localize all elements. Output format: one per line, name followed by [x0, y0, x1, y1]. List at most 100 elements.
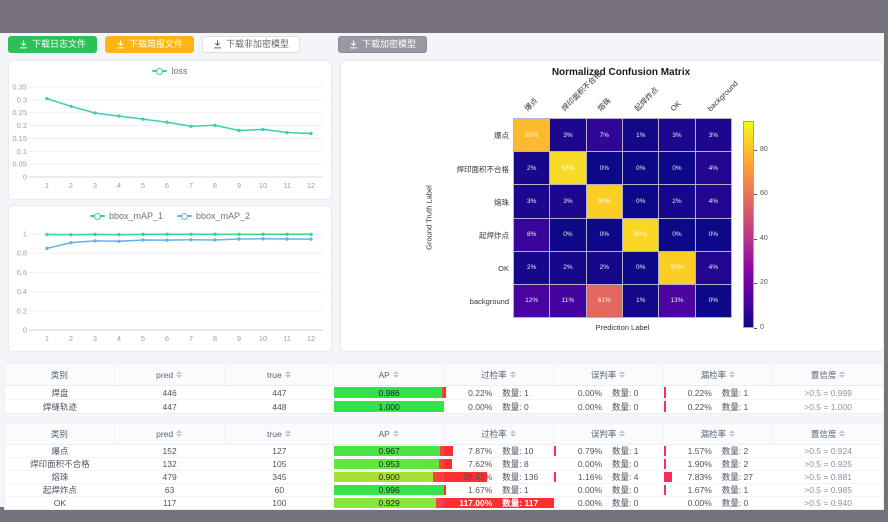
sort-icon[interactable] — [176, 430, 182, 437]
column-header-6[interactable]: 漏检率 — [664, 364, 774, 385]
column-header-1[interactable]: pred — [115, 364, 225, 385]
column-header-label: AP — [378, 429, 389, 439]
column-header-5[interactable]: 误判率 — [554, 423, 664, 444]
missed-rate-cell-percent: 0.00% — [664, 498, 712, 508]
svg-text:6: 6 — [165, 334, 169, 343]
legend-item-bbox_mAP_1[interactable]: bbox_mAP_1 — [90, 211, 163, 221]
misjudge-rate-cell-percent: 0.00% — [554, 388, 602, 398]
over-detection-rate-cell-percent: 7.62% — [444, 459, 492, 469]
class-name: OK — [54, 498, 66, 508]
column-header-7[interactable]: 置信度 — [773, 423, 883, 444]
table-row: 焊缝轨迹4474481.0000.00%数量: 00.00%数量: 00.22%… — [5, 400, 883, 413]
confidence-cell: >0.5 = 0.881 — [773, 471, 883, 483]
misjudge-rate-cell: 1.16%数量: 4 — [554, 471, 664, 483]
pred-count: 447 — [163, 402, 177, 412]
sort-icon[interactable] — [729, 371, 735, 378]
class-name: 焊印面积不合格 — [30, 458, 90, 470]
confidence-value: >0.5 = 0.940 — [804, 498, 852, 508]
column-header-3[interactable]: AP — [334, 364, 444, 385]
confidence-cell: >0.5 = 1.000 — [773, 400, 883, 413]
misjudge-rate-cell: 0.00%数量: 0 — [554, 497, 664, 509]
missed-rate-cell-percent: 7.83% — [664, 472, 712, 482]
cm-cell-r2-c5: 4% — [696, 185, 731, 217]
cm-cell-r0-c5: 3% — [696, 119, 731, 151]
sort-icon[interactable] — [839, 371, 845, 378]
column-header-2[interactable]: true — [225, 423, 335, 444]
table-row: 焊盘4464470.9860.22%数量: 10.00%数量: 00.22%数量… — [5, 386, 883, 400]
cm-cell-r3-c4: 0% — [659, 219, 694, 251]
column-header-label: 误判率 — [591, 428, 617, 440]
column-header-6[interactable]: 漏检率 — [664, 423, 774, 444]
download-log-button[interactable]: 下载日志文件 — [8, 36, 97, 53]
legend-label: bbox_mAP_2 — [196, 211, 250, 221]
confidence-cell: >0.5 = 0.925 — [773, 458, 883, 470]
misjudge-rate-cell-percent: 0.79% — [554, 446, 602, 456]
sort-icon[interactable] — [393, 371, 399, 378]
class-name-cell: 爆点 — [5, 445, 115, 457]
column-header-4[interactable]: 过检率 — [444, 364, 554, 385]
svg-text:5: 5 — [141, 181, 145, 190]
misjudge-rate-cell: 0.00%数量: 0 — [554, 400, 664, 413]
column-header-4[interactable]: 过检率 — [444, 423, 554, 444]
true-count-cell: 127 — [225, 445, 335, 457]
cm-cell-r4-c1: 2% — [550, 252, 585, 284]
cm-cell-r0-c2: 7% — [587, 119, 622, 151]
svg-text:11: 11 — [283, 334, 291, 343]
column-header-2[interactable]: true — [225, 364, 335, 385]
pred-count-cell: 63 — [115, 484, 225, 496]
over-detection-rate-cell-percent: 117.00% — [444, 498, 492, 508]
confidence-cell: >0.5 = 0.940 — [773, 497, 883, 509]
download-encrypted-model-button[interactable]: 下载加密模型 — [338, 36, 427, 53]
cm-cell-r0-c4: 3% — [659, 119, 694, 151]
download-plain-model-button[interactable]: 下载非加密模型 — [202, 36, 300, 53]
sort-icon[interactable] — [176, 371, 182, 378]
cm-col-label: 起焊炸点 — [632, 85, 660, 113]
class-name: 爆点 — [51, 445, 68, 457]
sort-icon[interactable] — [839, 430, 845, 437]
misjudge-rate-cell: 0.00%数量: 0 — [554, 386, 664, 399]
cm-cell-r4-c0: 2% — [514, 252, 549, 284]
sort-icon[interactable] — [285, 371, 291, 378]
legend-item-loss[interactable]: loss — [152, 66, 187, 76]
sort-icon[interactable] — [729, 430, 735, 437]
table-row: 起焊炸点63600.9961.67%数量: 10.00%数量: 01.67%数量… — [5, 484, 883, 497]
cm-cell-r2-c1: 3% — [550, 185, 585, 217]
cm-cell-r5-c5: 0% — [696, 285, 731, 317]
missed-rate-cell: 1.57%数量: 2 — [664, 445, 774, 457]
cm-row-label: 爆点 — [399, 130, 509, 141]
cm-col-label: 爆点 — [523, 96, 540, 113]
missed-rate-cell-count: 数量: 1 — [712, 484, 773, 496]
missed-rate-cell: 0.00%数量: 0 — [664, 497, 774, 509]
svg-text:0.25: 0.25 — [12, 108, 27, 117]
confidence-value: >0.5 = 0.881 — [804, 472, 852, 482]
sort-icon[interactable] — [510, 371, 516, 378]
colorbar-tick-mark — [754, 328, 757, 329]
sort-icon[interactable] — [619, 371, 625, 378]
column-header-7[interactable]: 置信度 — [773, 364, 883, 385]
ap-value: 0.986 — [378, 388, 399, 398]
column-header-1[interactable]: pred — [115, 423, 225, 444]
column-header-label: 类别 — [51, 428, 68, 440]
confidence-cell: >0.5 = 0.924 — [773, 445, 883, 457]
table-row: OK1171000.929117.00%数量: 1170.00%数量: 00.0… — [5, 497, 883, 509]
column-header-label: pred — [156, 370, 173, 380]
sort-icon[interactable] — [619, 430, 625, 437]
column-header-label: true — [267, 370, 282, 380]
ap-value: 0.953 — [378, 459, 399, 469]
ap-cell: 1.000 — [334, 400, 444, 413]
svg-text:6: 6 — [165, 181, 169, 190]
colorbar-tick-mark — [754, 239, 757, 240]
column-header-3[interactable]: AP — [334, 423, 444, 444]
sort-icon[interactable] — [393, 430, 399, 437]
sort-icon[interactable] — [285, 430, 291, 437]
ap-value: 0.996 — [378, 485, 399, 495]
colorbar-tick-label: 0 — [760, 324, 764, 332]
download-report-button[interactable]: 下载简报文件 — [105, 36, 194, 53]
ap-value: 0.929 — [378, 498, 399, 508]
sort-icon[interactable] — [510, 430, 516, 437]
over-detection-rate-cell: 39.42%数量: 136 — [444, 471, 554, 483]
true-count-cell: 345 — [225, 471, 335, 483]
pred-count: 63 — [165, 485, 174, 495]
legend-item-bbox_mAP_2[interactable]: bbox_mAP_2 — [177, 211, 250, 221]
column-header-5[interactable]: 误判率 — [554, 364, 664, 385]
